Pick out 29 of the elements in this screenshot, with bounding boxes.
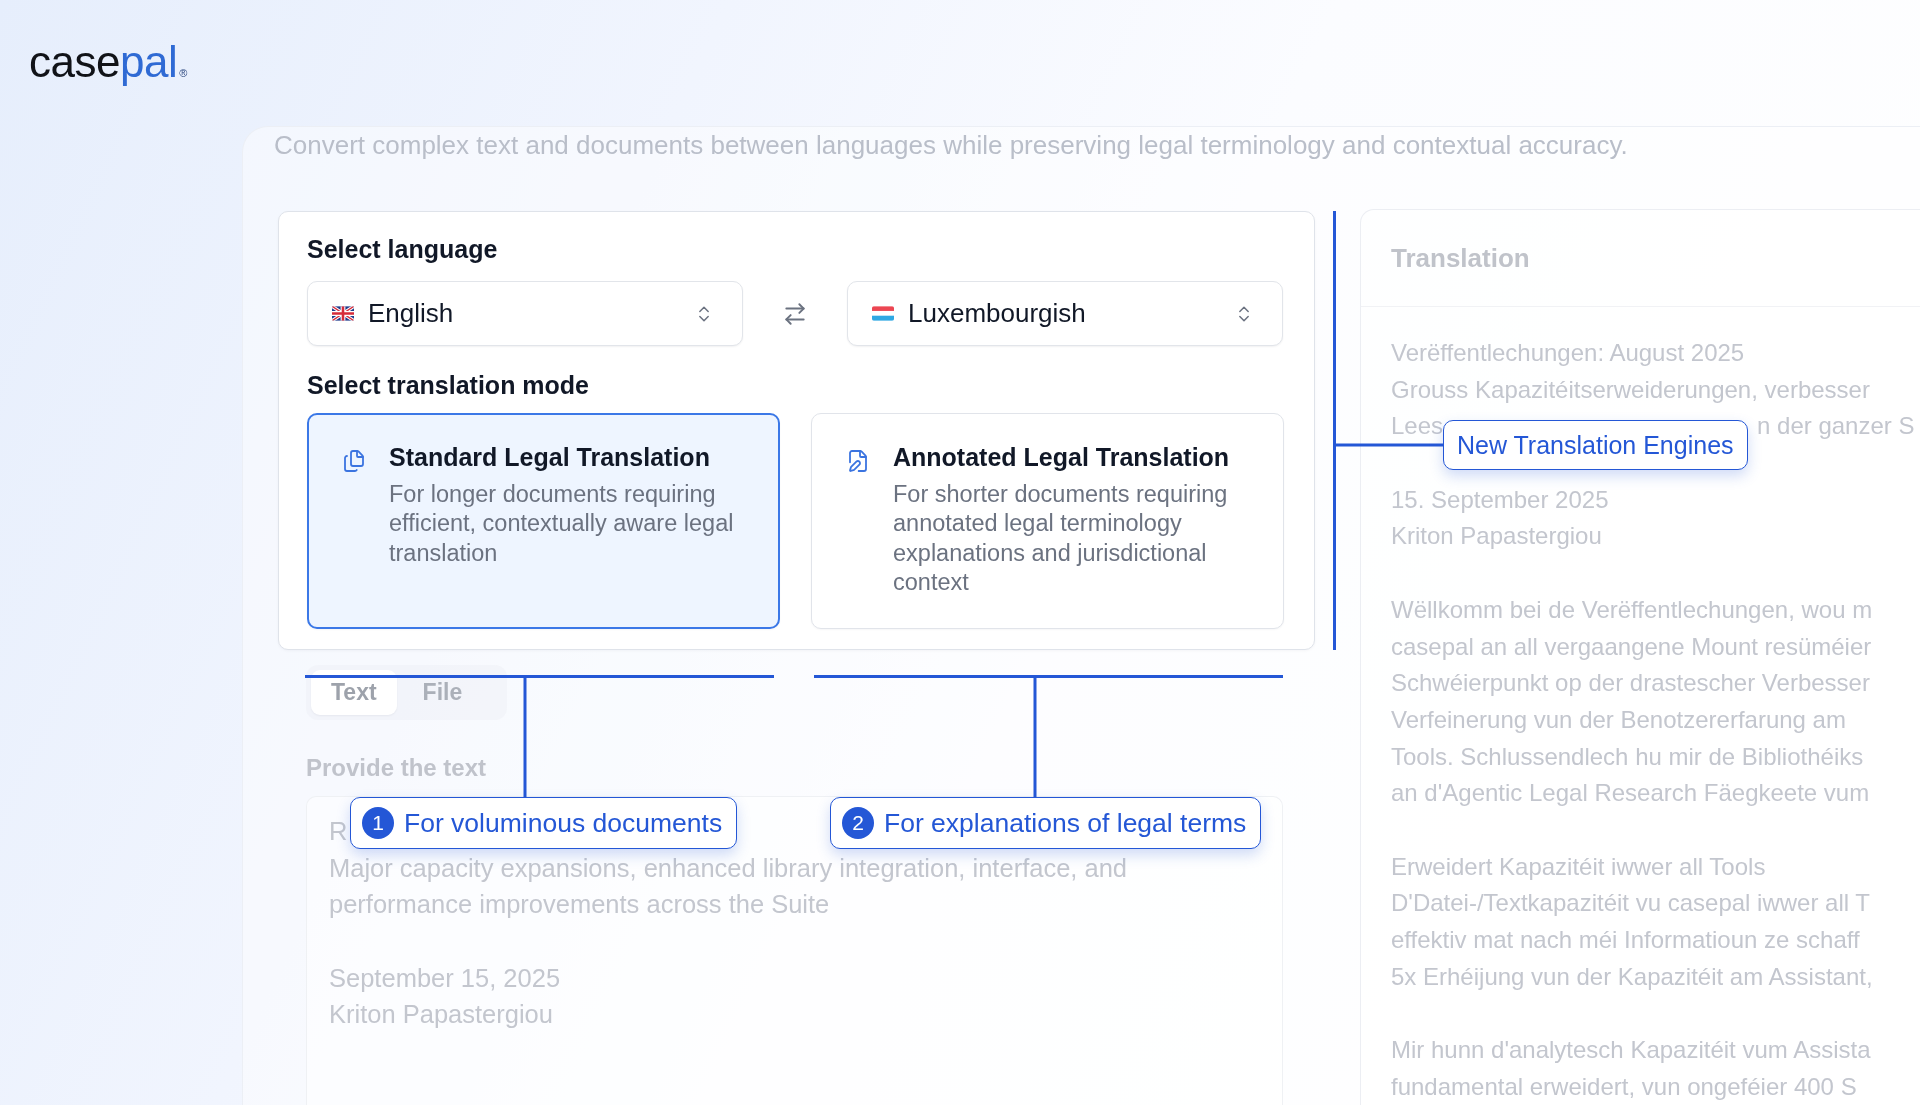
- text-line: Wëllkomm bei de Verëffentlechungen, wou m: [1391, 594, 1873, 625]
- text-line: Kriton Papastergiou: [1391, 521, 1602, 552]
- text-line: Erweidert Kapazitéit iwwer all Tools: [1391, 851, 1766, 882]
- text-line: Verëffentlechungen: August 2025: [1391, 338, 1745, 368]
- step-number: 2: [842, 807, 874, 839]
- logo: casepal®: [29, 40, 188, 84]
- section-label: Select translation mode: [307, 370, 590, 400]
- callout-text: For voluminous documents: [404, 807, 723, 839]
- text-line: D'Datei-/Textkapazitéit vu casepal iwwer all T: [1391, 888, 1870, 919]
- step-number: 1: [362, 807, 394, 839]
- panel-title: Translation: [1391, 242, 1530, 274]
- callout-text: For explanations of legal terms: [884, 807, 1247, 839]
- text-line: casepal an all vergaangene Mount resüméier: [1391, 631, 1872, 662]
- text-line: Schwéierpunkt op der drastescher Verbesser: [1391, 668, 1870, 699]
- text-line: Verfeinerung vun der Benotzererfarung am: [1391, 704, 1846, 735]
- text-line: fundamental erweidert, vun ongeféier 400 S: [1391, 1071, 1857, 1102]
- section-label: Select language: [307, 234, 498, 264]
- text-line: Tools. Schlussendlech hu mir de Bibliothéiks: [1391, 741, 1864, 772]
- text-line: 5x Erhéijung vun der Kapazitéit am Assistant,: [1391, 961, 1873, 992]
- text-line: Grouss Kapazitéitserweiderungen, verbesser: [1391, 374, 1870, 405]
- text-line: Lees: [1391, 411, 1444, 442]
- text-line: an d'Agentic Legal Research Fäegkeete vum: [1391, 778, 1870, 809]
- input-label: Provide the text: [306, 755, 487, 781]
- text-line: effektiv mat nach méi Informatioun ze schaff: [1391, 925, 1860, 955]
- subtitle-text: Convert complex text and documents between languages while preserving legal terminology and contextual accuracy.: [274, 129, 1628, 161]
- annotation-tooltip: New Translation Engines: [1443, 420, 1748, 470]
- text-line: n der ganzer S: [1757, 411, 1915, 442]
- text-line: 15. September 2025: [1391, 484, 1609, 515]
- text-line: Mir hunn d'analytesch Kapazitéit vum Assista: [1391, 1035, 1871, 1066]
